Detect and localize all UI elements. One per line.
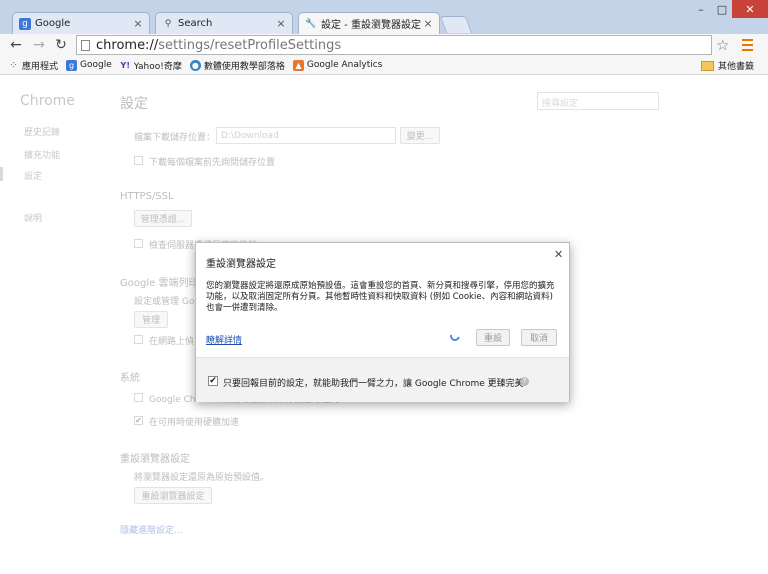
tab-label: 設定 - 重設瀏覽器設定 (321, 20, 421, 31)
tab-google[interactable]: g Google × (12, 12, 150, 34)
folder-icon (700, 60, 714, 71)
tab-settings[interactable]: 🔧 設定 - 重設瀏覽器設定 × (298, 12, 440, 34)
maximize-icon[interactable]: □ (712, 0, 732, 18)
bookmark-label: 應用程式 (22, 61, 59, 72)
back-icon[interactable]: ← (8, 37, 24, 53)
cancel-button[interactable]: 取消 (521, 329, 557, 346)
tab-label: Search (178, 18, 213, 29)
bookmark-blog[interactable]: ● 數體使用教學部落格 (189, 59, 285, 72)
yahoo-favicon: Y! (120, 60, 130, 70)
reload-icon[interactable]: ↻ (53, 37, 69, 53)
help-icon[interactable]: ? (520, 377, 529, 386)
tab-label: Google (35, 18, 71, 29)
apps-grid-icon: ⁘ (9, 59, 18, 71)
bookmark-label: Google Analytics (306, 60, 383, 70)
tab-close-icon[interactable]: × (133, 17, 143, 30)
reset-button[interactable]: 重設 (476, 329, 510, 346)
page-icon (81, 39, 90, 51)
chrome-menu-icon[interactable] (742, 39, 753, 54)
search-icon: ⚲ (164, 18, 172, 29)
feedback-checkbox[interactable]: ✔ (208, 376, 218, 386)
bookmarks-bar: ⁘ 應用程式 g Google Y! Yahoo!奇摩 ● 數體使用教學部落格 … (0, 56, 768, 75)
feedback-label: 只要回報目前的設定，就能助我們一臂之力，讓 Google Chrome 更臻完美 (223, 379, 524, 389)
toolbar: ← → ↻ chrome://settings/resetProfileSett… (0, 34, 768, 56)
bookmark-label: Yahoo!奇摩 (133, 61, 182, 72)
bookmark-star-icon[interactable]: ☆ (716, 36, 729, 54)
wrench-icon: 🔧 (305, 18, 317, 29)
analytics-favicon: ▲ (292, 59, 304, 71)
close-icon[interactable]: ✕ (554, 248, 563, 261)
dialog-footer: ✔ 只要回報目前的設定，就能助我們一臂之力，讓 Google Chrome 更臻… (196, 357, 569, 402)
minimize-icon[interactable]: – (690, 0, 712, 18)
new-tab-button[interactable] (439, 16, 473, 33)
url-path: settings/resetProfileSettings (158, 37, 342, 53)
loading-spinner-icon (448, 329, 462, 343)
tab-search[interactable]: ⚲ Search × (155, 12, 293, 34)
bookmark-label: Google (80, 60, 112, 70)
bookmark-yahoo[interactable]: Y! Yahoo!奇摩 (120, 59, 182, 72)
bookmark-apps[interactable]: ⁘ 應用程式 (8, 59, 58, 72)
close-window-icon[interactable]: ✕ (732, 0, 768, 18)
blog-favicon: ● (189, 59, 201, 71)
learn-more-link[interactable]: 瞭解詳情 (206, 333, 242, 346)
dialog-title: 重設瀏覽器設定 (206, 259, 276, 270)
url-host: chrome:// (96, 37, 159, 53)
address-bar[interactable]: chrome://settings/resetProfileSettings (76, 35, 712, 55)
bookmark-google[interactable]: g Google (66, 59, 112, 71)
google-favicon: g (19, 17, 31, 30)
bookmark-label: 數體使用教學部落格 (203, 61, 285, 72)
tab-close-icon[interactable]: × (276, 17, 286, 30)
other-bookmarks-label: 其他書籤 (717, 62, 754, 72)
dialog-body: 您的瀏覽器設定將還原成原始預設值。這會重設您的首頁、新分頁和搜尋引擎，停用您的擴… (206, 281, 555, 313)
bookmark-analytics[interactable]: ▲ Google Analytics (292, 59, 383, 71)
forward-icon[interactable]: → (31, 37, 47, 53)
tab-close-icon[interactable]: × (423, 17, 433, 30)
google-favicon: g (66, 59, 78, 71)
reset-dialog: 重設瀏覽器設定 ✕ 您的瀏覽器設定將還原成原始預設值。這會重設您的首頁、新分頁和… (195, 242, 570, 402)
other-bookmarks[interactable]: 其他書籤 (700, 59, 754, 72)
tab-strip: g Google × ⚲ Search × 🔧 設定 - 重設瀏覽器設定 × –… (0, 0, 768, 34)
